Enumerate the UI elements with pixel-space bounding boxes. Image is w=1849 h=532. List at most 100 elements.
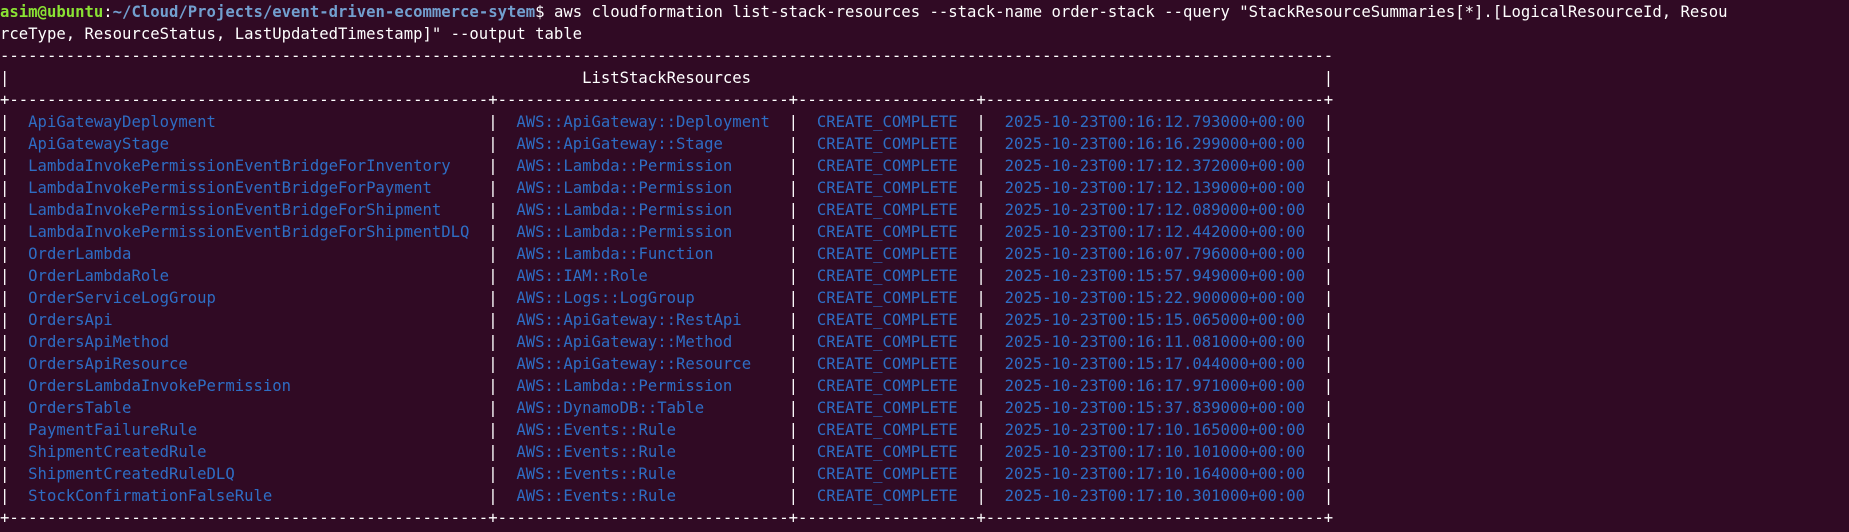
cell-status: CREATE_COMPLETE — [816, 157, 958, 175]
cell-logical-id: LambdaInvokePermissionEventBridgeForShip… — [28, 223, 470, 241]
cell-status: CREATE_COMPLETE — [816, 399, 958, 417]
prompt-symbol: $ — [535, 3, 554, 21]
cell-logical-id: OrderServiceLogGroup — [28, 289, 216, 307]
prompt-separator: : — [103, 3, 113, 21]
cell-logical-id: ShipmentCreatedRuleDLQ — [28, 465, 235, 483]
table-output: ----------------------------------------… — [0, 45, 1849, 529]
cell-resource-type: AWS::Lambda::Permission — [516, 223, 733, 241]
table-row: | OrderLambda | AWS::Lambda::Function | … — [0, 245, 1334, 263]
cell-status: CREATE_COMPLETE — [816, 135, 958, 153]
table-row: | OrdersLambdaInvokePermission | AWS::La… — [0, 377, 1334, 395]
cell-logical-id: OrderLambdaRole — [28, 267, 169, 285]
cell-status: CREATE_COMPLETE — [816, 465, 958, 483]
cell-status: CREATE_COMPLETE — [816, 377, 958, 395]
cell-status: CREATE_COMPLETE — [816, 421, 958, 439]
cell-status: CREATE_COMPLETE — [816, 267, 958, 285]
cell-resource-type: AWS::Events::Rule — [516, 443, 676, 461]
table-header-separator: +---------------------------------------… — [0, 91, 1334, 109]
cell-logical-id: OrdersTable — [28, 399, 132, 417]
cell-logical-id: OrdersApi — [28, 311, 113, 329]
table-row: | LambdaInvokePermissionEventBridgeForPa… — [0, 179, 1334, 197]
table-row: | LambdaInvokePermissionEventBridgeForSh… — [0, 223, 1334, 241]
table-bottom-border: +---------------------------------------… — [0, 509, 1334, 527]
cell-timestamp: 2025-10-23T00:15:57.949000+00:00 — [1004, 267, 1306, 285]
cell-resource-type: AWS::Events::Rule — [516, 487, 676, 505]
prompt-user-host: asim@ubuntu — [0, 3, 104, 21]
table-row: | OrderServiceLogGroup | AWS::Logs::LogG… — [0, 289, 1334, 307]
cell-logical-id: StockConfirmationFalseRule — [28, 487, 273, 505]
cell-resource-type: AWS::ApiGateway::Resource — [516, 355, 752, 373]
cell-logical-id: LambdaInvokePermissionEventBridgeForPaym… — [28, 179, 432, 197]
cell-status: CREATE_COMPLETE — [816, 443, 958, 461]
table-row: | ApiGatewayStage | AWS::ApiGateway::Sta… — [0, 135, 1334, 153]
cell-timestamp: 2025-10-23T00:17:10.164000+00:00 — [1004, 465, 1306, 483]
table-row: | StockConfirmationFalseRule | AWS::Even… — [0, 487, 1334, 505]
table-row: | ShipmentCreatedRuleDLQ | AWS::Events::… — [0, 465, 1334, 483]
table-row: | ApiGatewayDeployment | AWS::ApiGateway… — [0, 113, 1334, 131]
cell-resource-type: AWS::Lambda::Permission — [516, 377, 733, 395]
cell-timestamp: 2025-10-23T00:15:15.065000+00:00 — [1004, 311, 1306, 329]
cell-resource-type: AWS::Events::Rule — [516, 465, 676, 483]
cell-timestamp: 2025-10-23T00:16:16.299000+00:00 — [1004, 135, 1306, 153]
cell-logical-id: ApiGatewayStage — [28, 135, 169, 153]
cell-timestamp: 2025-10-23T00:17:12.442000+00:00 — [1004, 223, 1306, 241]
cell-timestamp: 2025-10-23T00:17:12.139000+00:00 — [1004, 179, 1306, 197]
cell-status: CREATE_COMPLETE — [816, 487, 958, 505]
cell-status: CREATE_COMPLETE — [816, 289, 958, 307]
cell-status: CREATE_COMPLETE — [816, 333, 958, 351]
cell-timestamp: 2025-10-23T00:15:17.044000+00:00 — [1004, 355, 1306, 373]
cell-logical-id: LambdaInvokePermissionEventBridgeForInve… — [28, 157, 451, 175]
cell-resource-type: AWS::Events::Rule — [516, 421, 676, 439]
cell-resource-type: AWS::ApiGateway::Stage — [516, 135, 723, 153]
cell-timestamp: 2025-10-23T00:17:10.101000+00:00 — [1004, 443, 1306, 461]
cell-resource-type: AWS::Lambda::Permission — [516, 157, 733, 175]
cell-timestamp: 2025-10-23T00:17:12.372000+00:00 — [1004, 157, 1306, 175]
cell-resource-type: AWS::ApiGateway::Method — [516, 333, 733, 351]
table-row: | LambdaInvokePermissionEventBridgeForSh… — [0, 201, 1334, 219]
table-row: | ShipmentCreatedRule | AWS::Events::Rul… — [0, 443, 1334, 461]
table-row: | OrdersApiResource | AWS::ApiGateway::R… — [0, 355, 1334, 373]
cell-status: CREATE_COMPLETE — [816, 201, 958, 219]
cell-status: CREATE_COMPLETE — [816, 223, 958, 241]
cell-resource-type: AWS::Lambda::Permission — [516, 179, 733, 197]
table-row: | OrderLambdaRole | AWS::IAM::Role | CRE… — [0, 267, 1334, 285]
cell-logical-id: OrdersLambdaInvokePermission — [28, 377, 292, 395]
cell-status: CREATE_COMPLETE — [816, 355, 958, 373]
table-top-border: ----------------------------------------… — [0, 47, 1334, 65]
prompt-path: ~/Cloud/Projects/event-driven-ecommerce-… — [112, 3, 536, 21]
table-row: | PaymentFailureRule | AWS::Events::Rule… — [0, 421, 1334, 439]
cell-resource-type: AWS::Lambda::Function — [516, 245, 714, 263]
cell-logical-id: OrderLambda — [28, 245, 132, 263]
table-row: | LambdaInvokePermissionEventBridgeForIn… — [0, 157, 1334, 175]
cell-timestamp: 2025-10-23T00:16:07.796000+00:00 — [1004, 245, 1306, 263]
cell-timestamp: 2025-10-23T00:15:22.900000+00:00 — [1004, 289, 1306, 307]
cell-timestamp: 2025-10-23T00:17:10.301000+00:00 — [1004, 487, 1306, 505]
cell-resource-type: AWS::Logs::LogGroup — [516, 289, 695, 307]
cell-logical-id: LambdaInvokePermissionEventBridgeForShip… — [28, 201, 442, 219]
cell-timestamp: 2025-10-23T00:17:12.089000+00:00 — [1004, 201, 1306, 219]
cell-logical-id: OrdersApiMethod — [28, 333, 169, 351]
cell-logical-id: ShipmentCreatedRule — [28, 443, 207, 461]
cell-resource-type: AWS::ApiGateway::RestApi — [516, 311, 742, 329]
terminal-window[interactable]: asim@ubuntu:~/Cloud/Projects/event-drive… — [0, 0, 1849, 532]
command-line-2: rceType, ResourceStatus, LastUpdatedTime… — [0, 23, 1849, 45]
command-text-1: aws cloudformation list-stack-resources … — [553, 3, 1728, 21]
table-row: | OrdersApi | AWS::ApiGateway::RestApi |… — [0, 311, 1334, 329]
cell-status: CREATE_COMPLETE — [816, 311, 958, 329]
table-title-row: | ListStackResources | — [0, 69, 1334, 87]
cell-timestamp: 2025-10-23T00:16:12.793000+00:00 — [1004, 113, 1306, 131]
command-text-2: rceType, ResourceStatus, LastUpdatedTime… — [0, 25, 583, 43]
cell-status: CREATE_COMPLETE — [816, 179, 958, 197]
cell-status: CREATE_COMPLETE — [816, 113, 958, 131]
cell-resource-type: AWS::Lambda::Permission — [516, 201, 733, 219]
cell-timestamp: 2025-10-23T00:16:11.081000+00:00 — [1004, 333, 1306, 351]
cell-status: CREATE_COMPLETE — [816, 245, 958, 263]
table-row: | OrdersApiMethod | AWS::ApiGateway::Met… — [0, 333, 1334, 351]
cell-logical-id: PaymentFailureRule — [28, 421, 198, 439]
cell-resource-type: AWS::ApiGateway::Deployment — [516, 113, 770, 131]
cell-resource-type: AWS::IAM::Role — [516, 267, 648, 285]
cell-resource-type: AWS::DynamoDB::Table — [516, 399, 705, 417]
cell-timestamp: 2025-10-23T00:17:10.165000+00:00 — [1004, 421, 1306, 439]
cell-logical-id: ApiGatewayDeployment — [28, 113, 216, 131]
cell-timestamp: 2025-10-23T00:15:37.839000+00:00 — [1004, 399, 1306, 417]
